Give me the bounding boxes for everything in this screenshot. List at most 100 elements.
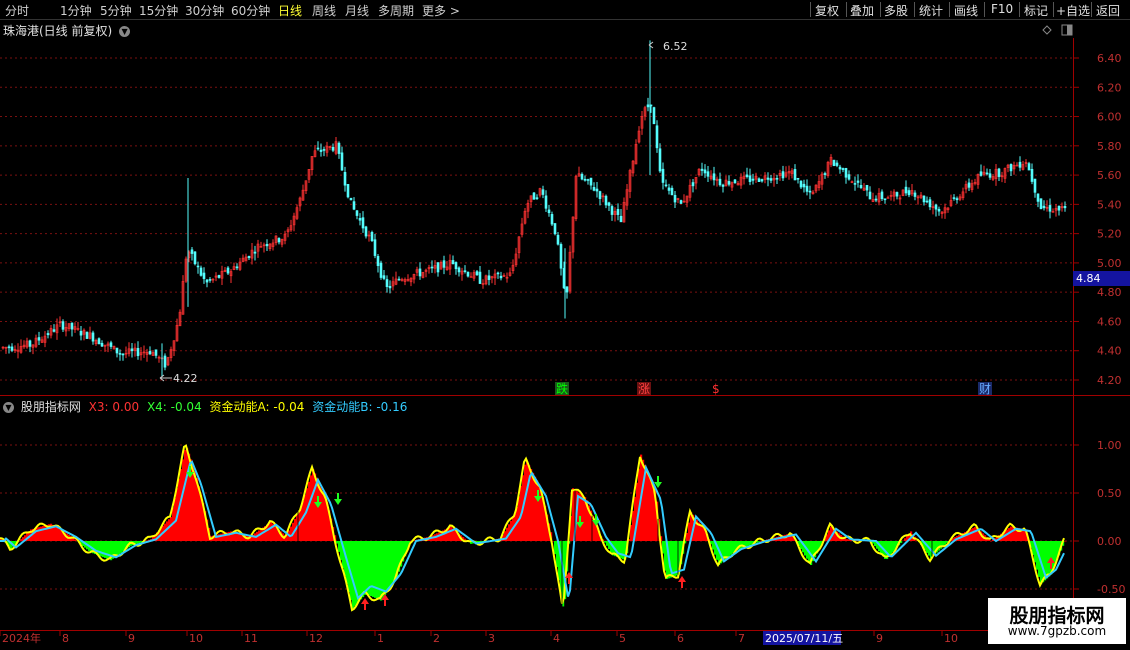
histogram-bar <box>268 523 271 541</box>
price-tick-label: 5.80 <box>1097 140 1122 153</box>
histogram-bar <box>650 480 653 541</box>
price-axis: 6.40 6.20 6.00 5.80 5.60 5.40 5.20 5.00 4.80 4.60… <box>1073 52 1122 387</box>
histogram-bar <box>534 476 537 541</box>
histogram-bar <box>376 541 379 599</box>
histogram-bar <box>184 449 187 541</box>
event-marker: 涨 <box>638 381 650 396</box>
histogram-bar <box>388 541 391 590</box>
indicator-tick-label: 0.00 <box>1097 535 1122 548</box>
candle-body <box>442 260 446 268</box>
candle-body <box>343 171 347 186</box>
candle-body <box>397 278 401 281</box>
histogram-bar <box>166 521 169 541</box>
candle-body <box>661 168 665 183</box>
candle-body <box>331 146 335 151</box>
candle-body <box>208 279 212 281</box>
histogram-bar <box>304 494 307 541</box>
histogram-bar <box>186 447 189 541</box>
candle-body <box>265 243 269 247</box>
time-tick-label: 2 <box>433 632 440 645</box>
histogram-bar <box>168 519 171 541</box>
settings-icon[interactable] <box>1042 25 1052 35</box>
histogram-bar <box>108 541 111 560</box>
candle-body <box>766 177 770 180</box>
candle-body <box>136 348 140 357</box>
candle-body <box>148 351 152 355</box>
histogram-bar <box>312 469 315 541</box>
layout-icon[interactable] <box>1061 24 1073 36</box>
histogram-bar <box>618 541 621 558</box>
candle-body <box>583 178 587 181</box>
candle-body <box>556 234 560 245</box>
candle-body <box>202 272 206 279</box>
candle-body <box>436 262 440 273</box>
candle-body <box>607 202 611 206</box>
time-tick-label: 2024年 <box>2 631 41 645</box>
histogram-bar <box>974 527 977 541</box>
candle-body <box>586 179 590 181</box>
candle-body <box>859 184 863 188</box>
candle-body <box>373 239 377 256</box>
candle-body <box>673 194 677 203</box>
time-tick-label: 6 <box>677 632 684 645</box>
candle-body <box>913 192 917 197</box>
candle-body <box>364 226 368 237</box>
histogram-bar <box>642 459 645 541</box>
candle-body <box>205 279 209 283</box>
candle-body <box>499 275 503 279</box>
candle-body <box>703 169 707 174</box>
candle-body <box>475 271 479 276</box>
candle-body <box>985 172 989 175</box>
histogram-bar <box>366 541 369 595</box>
candle-body <box>895 192 899 197</box>
histogram-bar <box>322 491 325 541</box>
candle-body <box>97 338 101 345</box>
histogram-bar <box>352 541 355 609</box>
candle-body <box>751 178 755 181</box>
histogram-bar <box>56 527 59 541</box>
candle-body <box>988 173 992 178</box>
histogram-bar <box>904 538 907 541</box>
histogram-bar <box>758 541 761 542</box>
candle-body <box>907 190 911 196</box>
candle-body <box>253 251 257 254</box>
candle-body <box>547 209 551 214</box>
candle-body <box>979 171 983 176</box>
candle-body <box>193 251 197 265</box>
indicator-tick-label: -0.50 <box>1097 583 1125 596</box>
candle-body <box>466 271 470 277</box>
candle-body <box>796 177 800 180</box>
candle-body <box>532 192 536 200</box>
histogram-bar <box>308 481 311 541</box>
histogram-bar <box>622 541 625 560</box>
candle-body <box>235 266 239 269</box>
histogram-bar <box>526 461 529 541</box>
histogram-bar <box>728 541 731 557</box>
histogram-bar <box>620 541 623 559</box>
event-marker: $ <box>712 382 720 396</box>
candle-body <box>775 177 779 180</box>
candle-body <box>469 276 473 278</box>
candle-body <box>952 197 956 199</box>
time-tick-label: 12 <box>309 632 323 645</box>
histogram-bar <box>1046 541 1049 579</box>
time-tick-label: 5 <box>619 632 626 645</box>
histogram-bar <box>374 541 377 598</box>
histogram-bar <box>536 480 539 541</box>
histogram-bar <box>20 539 23 541</box>
histogram-bar <box>360 541 363 600</box>
candle-body <box>379 262 383 278</box>
candle-body <box>541 189 545 195</box>
candle-body <box>670 187 674 196</box>
histogram-bar <box>702 527 705 541</box>
chart-canvas[interactable]: 6.40 6.20 6.00 5.80 5.60 5.40 5.20 5.00 4.80 4.60… <box>0 0 1130 650</box>
candle-body <box>757 178 761 182</box>
candle-body <box>664 184 668 187</box>
candle-body <box>91 332 95 342</box>
time-tick-label: 11 <box>244 632 258 645</box>
candle-body <box>370 231 374 242</box>
candle-body <box>922 195 926 203</box>
candle-body <box>781 171 785 179</box>
high-price-label: 6.52 <box>663 40 688 53</box>
candle-body <box>79 330 83 336</box>
